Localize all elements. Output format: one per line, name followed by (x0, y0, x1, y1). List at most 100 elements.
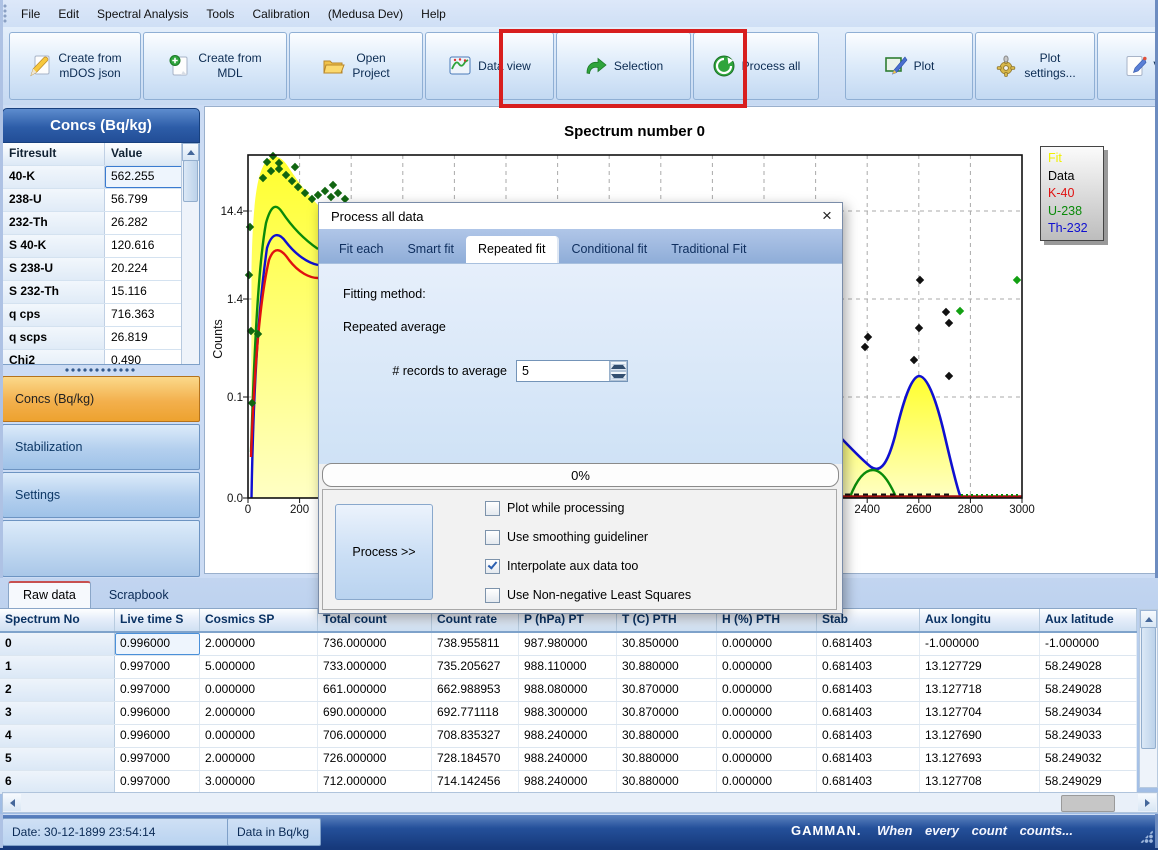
table-cell[interactable]: 0.000000 (717, 702, 817, 724)
toolbar-button-create-from-mdos-json[interactable]: Create from mDOS json (9, 32, 141, 100)
table-cell[interactable]: 0.000000 (717, 748, 817, 770)
records-to-average-value[interactable]: 5 (517, 361, 609, 381)
table-cell[interactable]: 988.240000 (519, 748, 617, 770)
table-cell[interactable]: 661.000000 (318, 679, 432, 701)
toolbar-button-plot-settings[interactable]: Plot settings... (975, 32, 1095, 100)
table-cell[interactable]: 13.127729 (920, 656, 1040, 678)
table-cell[interactable]: 0.997000 (115, 771, 200, 793)
table-cell[interactable]: 2.000000 (200, 748, 318, 770)
table-cell[interactable]: 738.955811 (432, 633, 519, 655)
table-cell[interactable]: 2.000000 (200, 702, 318, 724)
fit-results-scrollbar[interactable] (181, 143, 199, 364)
table-cell[interactable]: 0.996000 (115, 702, 200, 724)
toolbar-button-data-view[interactable]: Data view (425, 32, 554, 100)
table-cell[interactable]: 0.996000 (115, 725, 200, 747)
table-cell[interactable]: 5 (0, 748, 115, 770)
table-cell[interactable]: 988.240000 (519, 771, 617, 793)
tab-raw-data[interactable]: Raw data (8, 581, 91, 608)
table-cell[interactable]: 0.681403 (817, 656, 920, 678)
table-cell[interactable]: 30.880000 (617, 771, 717, 793)
table-cell[interactable]: 0.997000 (115, 656, 200, 678)
splitter-grip[interactable] (2, 365, 200, 374)
checkbox-box[interactable] (485, 530, 500, 545)
toolbar-button-create-from-mdl[interactable]: Create from MDL (143, 32, 287, 100)
table-cell[interactable]: 1 (0, 656, 115, 678)
scroll-left-icon[interactable] (3, 794, 21, 811)
table-cell[interactable]: 662.988953 (432, 679, 519, 701)
tab-conditional-fit[interactable]: Conditional fit (559, 236, 659, 263)
tab-scrapbook[interactable]: Scrapbook (95, 583, 183, 608)
table-cell[interactable]: 0 (0, 633, 115, 655)
spin-up-icon[interactable] (610, 361, 627, 371)
spin-down-icon[interactable] (610, 371, 627, 381)
checkbox-plot-while-processing[interactable]: Plot while processing (485, 499, 624, 517)
table-cell[interactable]: 3 (0, 702, 115, 724)
table-cell[interactable]: 13.127690 (920, 725, 1040, 747)
table-cell[interactable]: 58.249029 (1040, 771, 1137, 793)
table-cell[interactable]: 30.850000 (617, 633, 717, 655)
table-cell[interactable]: 58.249033 (1040, 725, 1137, 747)
table-cell[interactable]: 0.000000 (717, 656, 817, 678)
scrollbar-thumb[interactable] (183, 160, 198, 202)
checkbox-box[interactable] (485, 501, 500, 516)
table-cell[interactable]: 988.240000 (519, 725, 617, 747)
checkbox-box[interactable] (485, 588, 500, 603)
table-cell[interactable]: 2 (0, 679, 115, 701)
menu-item-help[interactable]: Help (412, 3, 455, 25)
menu-item-spectral-analysis[interactable]: Spectral Analysis (88, 3, 197, 25)
resize-grip[interactable] (1140, 830, 1153, 843)
table-cell[interactable]: 726.000000 (318, 748, 432, 770)
table-cell[interactable]: 0.996000 (115, 633, 200, 655)
table-cell[interactable]: 728.184570 (432, 748, 519, 770)
table-cell[interactable]: 0.681403 (817, 702, 920, 724)
table-cell[interactable]: 58.249028 (1040, 656, 1137, 678)
table-cell[interactable]: 0.681403 (817, 679, 920, 701)
table-cell[interactable]: 2.000000 (200, 633, 318, 655)
table-cell[interactable]: 13.127718 (920, 679, 1040, 701)
table-cell[interactable]: 0.000000 (200, 679, 318, 701)
checkbox-use-smoothing-guideliner[interactable]: Use smoothing guideliner (485, 528, 648, 546)
menu-item-tools[interactable]: Tools (197, 3, 243, 25)
table-cell[interactable]: 13.127693 (920, 748, 1040, 770)
table-cell[interactable]: 733.000000 (318, 656, 432, 678)
table-cell[interactable]: 0.000000 (717, 725, 817, 747)
table-cell[interactable]: 0.000000 (717, 679, 817, 701)
table-cell[interactable]: 0.997000 (115, 679, 200, 701)
table-cell[interactable]: 3.000000 (200, 771, 318, 793)
table-cell[interactable]: 6 (0, 771, 115, 793)
table-cell[interactable]: 0.681403 (817, 771, 920, 793)
toolbar-button-view-log[interactable]: View log (1097, 32, 1158, 100)
process-button[interactable]: Process >> (335, 504, 433, 600)
sidebar-item-concs-bq-kg[interactable]: Concs (Bq/kg) (2, 376, 200, 422)
table-cell[interactable]: 30.870000 (617, 702, 717, 724)
tab-smart-fit[interactable]: Smart fit (395, 236, 466, 263)
table-cell[interactable]: 712.000000 (318, 771, 432, 793)
table-cell[interactable]: 0.000000 (200, 725, 318, 747)
table-cell[interactable]: 690.000000 (318, 702, 432, 724)
table-cell[interactable]: -1.000000 (920, 633, 1040, 655)
table-cell[interactable]: 5.000000 (200, 656, 318, 678)
raw-data-vscrollbar[interactable] (1139, 609, 1158, 788)
menu-item-medusa-dev[interactable]: (Medusa Dev) (319, 3, 412, 25)
table-cell[interactable]: 13.127708 (920, 771, 1040, 793)
toolbar-button-selection[interactable]: Selection (556, 32, 691, 100)
scrollbar-thumb[interactable] (1141, 627, 1156, 749)
scroll-right-icon[interactable] (1138, 794, 1156, 811)
table-cell[interactable]: 706.000000 (318, 725, 432, 747)
table-cell[interactable]: 30.880000 (617, 748, 717, 770)
menubar-drag-grip[interactable] (3, 4, 8, 23)
table-cell[interactable]: 0.681403 (817, 748, 920, 770)
tab-traditional-fit[interactable]: Traditional Fit (659, 236, 758, 263)
table-cell[interactable]: 988.080000 (519, 679, 617, 701)
checkbox-use-non-negative-least-squares[interactable]: Use Non-negative Least Squares (485, 586, 691, 604)
raw-data-hscrollbar[interactable] (2, 792, 1158, 813)
table-cell[interactable]: 30.880000 (617, 656, 717, 678)
table-cell[interactable]: 708.835327 (432, 725, 519, 747)
table-cell[interactable]: 0.000000 (717, 771, 817, 793)
table-cell[interactable]: 0.681403 (817, 725, 920, 747)
table-cell[interactable]: 736.000000 (318, 633, 432, 655)
table-cell[interactable]: 4 (0, 725, 115, 747)
tab-repeated-fit[interactable]: Repeated fit (466, 236, 559, 263)
table-cell[interactable]: -1.000000 (1040, 633, 1137, 655)
table-cell[interactable]: 0.997000 (115, 748, 200, 770)
